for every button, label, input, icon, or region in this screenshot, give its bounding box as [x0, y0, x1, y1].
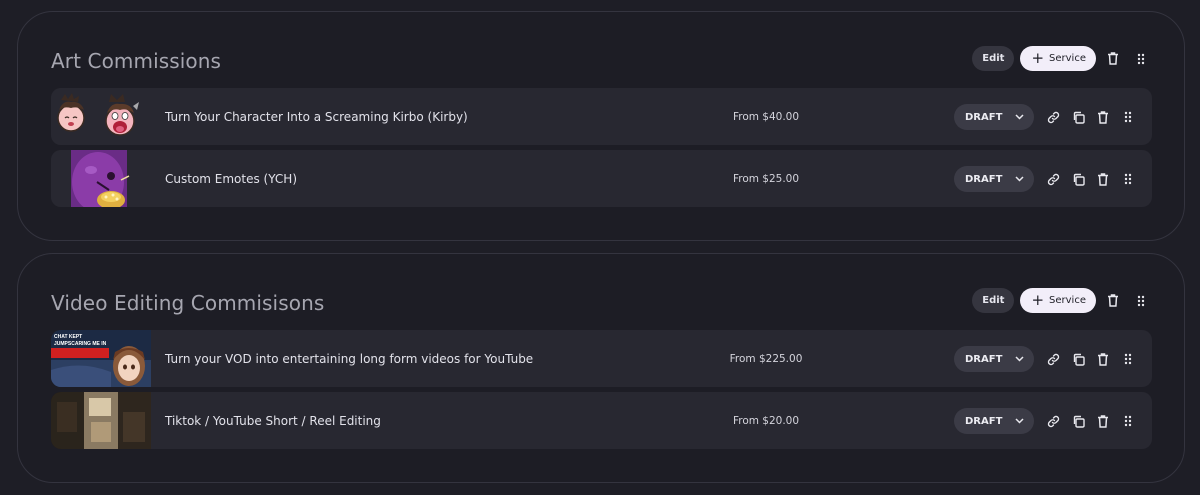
edit-section-button[interactable]: Edit — [972, 288, 1015, 313]
drag-handle-icon — [1137, 295, 1145, 306]
delete-service-button[interactable] — [1092, 106, 1114, 128]
section-title: Video Editing Commisisons — [51, 291, 325, 315]
service-list: CHAT KEPT JUMPSCARING ME IN Turn your VO… — [51, 330, 1152, 454]
status-value: DRAFT — [965, 173, 1003, 185]
status-select[interactable]: DRAFT — [954, 166, 1034, 192]
duplicate-button[interactable] — [1067, 348, 1089, 370]
section-actions: Edit + Service — [972, 288, 1152, 313]
copy-link-button[interactable] — [1042, 348, 1064, 370]
row-actions: DRAFT — [954, 408, 1139, 434]
copy-icon — [1073, 415, 1085, 428]
service-title: Custom Emotes (YCH) — [165, 171, 297, 186]
link-icon — [1047, 353, 1059, 365]
copy-icon — [1073, 111, 1085, 124]
drag-row-handle[interactable] — [1117, 410, 1139, 432]
service-price: From $20.00 — [732, 414, 800, 427]
row-actions: DRAFT — [954, 104, 1139, 130]
drag-handle-icon — [1137, 53, 1145, 64]
service-row[interactable]: CHAT KEPT JUMPSCARING ME IN Turn your VO… — [51, 330, 1152, 387]
copy-icon — [1073, 173, 1085, 186]
thumbnail-caption-line-2: JUMPSCARING ME IN — [54, 341, 107, 347]
thumbnail-caption-line-1: CHAT KEPT — [54, 334, 82, 340]
trash-icon — [1098, 414, 1108, 428]
status-value: DRAFT — [965, 111, 1003, 123]
trash-icon — [1108, 294, 1118, 307]
service-price: From $225.00 — [729, 352, 803, 365]
link-icon — [1047, 415, 1059, 427]
service-title: Turn your VOD into entertaining long for… — [165, 351, 534, 366]
row-actions: DRAFT — [954, 346, 1139, 372]
service-price: From $40.00 — [732, 110, 800, 123]
status-select[interactable]: DRAFT — [954, 104, 1034, 130]
delete-service-button[interactable] — [1092, 348, 1114, 370]
drag-row-handle[interactable] — [1117, 106, 1139, 128]
row-actions: DRAFT — [954, 166, 1139, 192]
delete-service-button[interactable] — [1092, 168, 1114, 190]
duplicate-button[interactable] — [1067, 106, 1089, 128]
copy-link-button[interactable] — [1042, 106, 1064, 128]
drag-row-handle[interactable] — [1117, 168, 1139, 190]
link-icon — [1047, 173, 1059, 185]
duplicate-button[interactable] — [1067, 410, 1089, 432]
trash-icon — [1098, 352, 1108, 366]
link-icon — [1047, 111, 1059, 123]
status-select[interactable]: DRAFT — [954, 408, 1034, 434]
status-select[interactable]: DRAFT — [954, 346, 1034, 372]
section-title: Art Commissions — [51, 49, 222, 73]
trash-icon — [1108, 52, 1118, 65]
kirby-character-image — [51, 88, 151, 145]
copy-link-button[interactable] — [1042, 410, 1064, 432]
add-service-label: Service — [1049, 53, 1086, 64]
chevron-down-icon — [1015, 356, 1024, 362]
youtube-thumbnail-image: CHAT KEPT JUMPSCARING ME IN — [51, 330, 151, 387]
drag-row-handle[interactable] — [1117, 348, 1139, 370]
drag-section-handle[interactable] — [1130, 290, 1152, 312]
copy-link-button[interactable] — [1042, 168, 1064, 190]
drag-section-handle[interactable] — [1130, 48, 1152, 70]
chevron-down-icon — [1015, 418, 1024, 424]
section-actions: Edit + Service — [972, 46, 1152, 71]
service-list: Turn Your Character Into a Screaming Kir… — [51, 88, 1152, 212]
trash-icon — [1098, 110, 1108, 124]
plus-icon: + — [1031, 290, 1045, 309]
status-value: DRAFT — [965, 353, 1003, 365]
service-price: From $25.00 — [732, 172, 800, 185]
drag-handle-icon — [1124, 173, 1132, 185]
chevron-down-icon — [1015, 176, 1024, 182]
plus-icon: + — [1031, 48, 1045, 67]
delete-service-button[interactable] — [1092, 410, 1114, 432]
delete-section-button[interactable] — [1102, 290, 1124, 312]
service-row[interactable]: Turn Your Character Into a Screaming Kir… — [51, 88, 1152, 145]
add-service-label: Service — [1049, 295, 1086, 306]
service-title: Tiktok / YouTube Short / Reel Editing — [165, 413, 381, 428]
service-row[interactable]: Tiktok / YouTube Short / Reel Editing Fr… — [51, 392, 1152, 449]
chevron-down-icon — [1015, 114, 1024, 120]
service-row[interactable]: Custom Emotes (YCH) From $25.00 DRAFT — [51, 150, 1152, 207]
edit-section-button[interactable]: Edit — [972, 46, 1015, 71]
section-art-commissions: Art Commissions Edit + Service Turn Your… — [17, 11, 1185, 241]
add-service-button[interactable]: + Service — [1020, 46, 1096, 71]
drag-handle-icon — [1124, 111, 1132, 123]
service-title: Turn Your Character Into a Screaming Kir… — [165, 109, 468, 124]
short-video-collage-image — [51, 392, 151, 449]
add-service-button[interactable]: + Service — [1020, 288, 1096, 313]
copy-icon — [1073, 353, 1085, 366]
delete-section-button[interactable] — [1102, 48, 1124, 70]
trash-icon — [1098, 172, 1108, 186]
drag-handle-icon — [1124, 415, 1132, 427]
drag-handle-icon — [1124, 353, 1132, 365]
purple-emote-image — [51, 150, 151, 207]
duplicate-button[interactable] — [1067, 168, 1089, 190]
section-video-editing-commissions: Video Editing Commisisons Edit + Service… — [17, 253, 1185, 483]
status-value: DRAFT — [965, 415, 1003, 427]
